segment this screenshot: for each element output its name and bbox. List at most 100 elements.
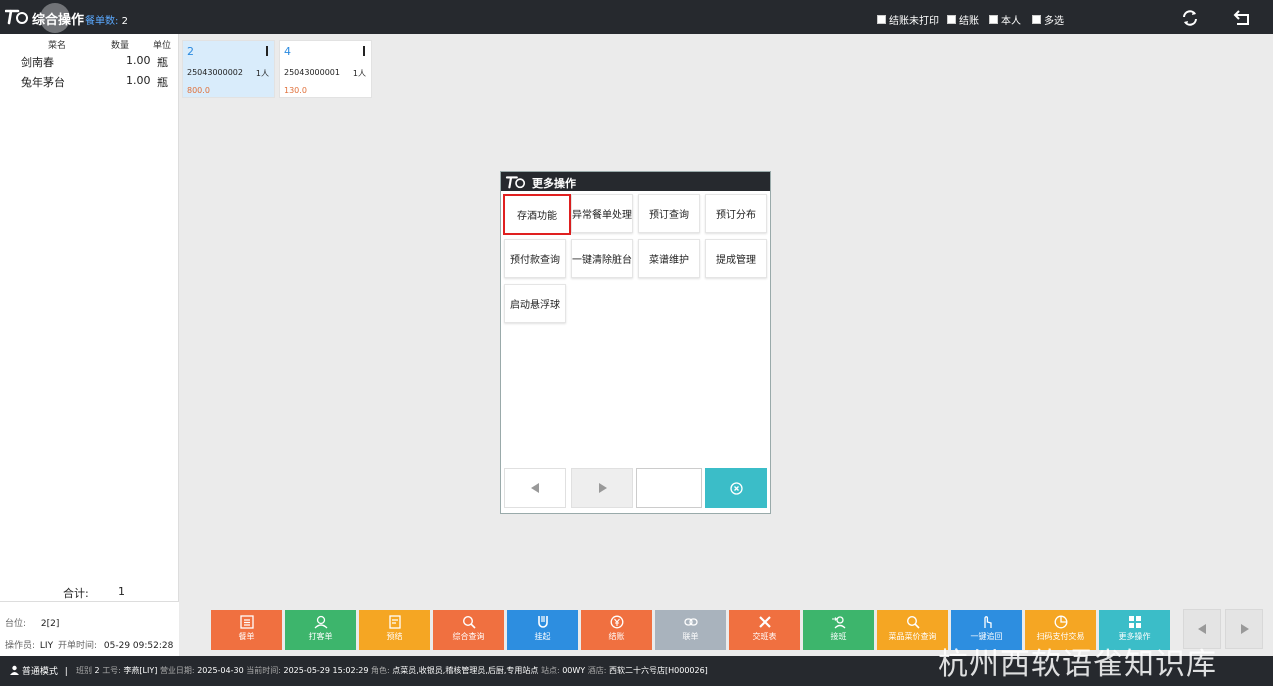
dialog-title: 更多操作 (532, 177, 576, 190)
dish-unit: 瓶 (157, 76, 168, 89)
table-card[interactable]: 2 25043000002 1人 800.0 (182, 40, 275, 98)
order-amount: 130.0 (284, 86, 307, 95)
comprehensive-query-button[interactable]: 综合查询 (433, 610, 504, 650)
checkbox-multiselect[interactable]: 多选 (1032, 12, 1064, 27)
yuan-icon (610, 615, 623, 629)
dish-name: 兔年茅台 (21, 76, 65, 89)
page-input[interactable] (636, 468, 702, 508)
guest-count: 1人 (352, 69, 366, 78)
checkbox-box[interactable] (989, 15, 998, 24)
op-floating-ball-button[interactable]: 启动悬浮球 (504, 284, 566, 323)
table-status-bar (363, 46, 365, 56)
refresh-icon[interactable] (1181, 9, 1199, 27)
checkbox-unprinted-checkout[interactable]: 结账未打印 (877, 12, 939, 27)
op-reservation-query-button[interactable]: 预订查询 (638, 194, 700, 233)
page-next-button[interactable] (571, 468, 633, 508)
op-abnormal-order-button[interactable]: 异常餐单处理 (571, 194, 633, 233)
take-shift-button[interactable]: 接班 (803, 610, 874, 650)
role-label: 角色: (371, 666, 390, 675)
checkbox-box[interactable] (947, 15, 956, 24)
table-info: 台位: 2[2] (5, 616, 59, 629)
grid-icon (1128, 616, 1141, 628)
toolbar-label: 打客单 (308, 632, 333, 641)
op-reservation-distribution-button[interactable]: 预订分布 (705, 194, 767, 233)
mode-indicator: 普通模式 | (10, 664, 68, 677)
op-clear-dirty-tables-button[interactable]: 一键清除脏台 (571, 239, 633, 278)
checkbox-label: 结账 (959, 16, 979, 27)
status-details: 班别 2 工号: 李燕[LIY] 营业日期: 2025-04-30 当前时间: … (76, 665, 708, 676)
toolbar-label: 预结 (386, 632, 403, 641)
checkbox-box[interactable] (877, 15, 886, 24)
checkbox-checkout[interactable]: 结账 (947, 12, 979, 27)
role-value: 点菜员,收银员,稽核管理员,后厨,专用站点 (392, 666, 539, 675)
order-dish-panel: 菜名 数量 单位 剑南春 1.00 瓶 兔年茅台 1.00 瓶 合计: 1 (0, 34, 179, 601)
operator-label: 操作员: (5, 641, 36, 651)
operator-value: LIY (39, 641, 54, 651)
dish-row[interactable]: 兔年茅台 1.00 瓶 (0, 74, 179, 94)
page-prev-button[interactable] (504, 468, 566, 508)
total-value: 1 (118, 585, 125, 598)
table-number: 2 (187, 45, 194, 58)
now-value: 2025-05-29 15:02:29 (283, 666, 369, 675)
toolbar-next-button[interactable] (1225, 609, 1263, 649)
print-guest-bill-button[interactable]: 打客单 (285, 610, 356, 650)
table-value: 2[2] (40, 619, 60, 629)
bizdate-value: 2025-04-30 (197, 666, 244, 675)
site-value: 00WY (562, 666, 586, 675)
checkbox-label: 多选 (1044, 16, 1064, 27)
checkbox-label: 结账未打印 (889, 16, 939, 27)
staff-value: 李燕[LIY] (123, 666, 158, 675)
triangle-right-icon (1240, 624, 1249, 634)
table-card[interactable]: 4 25043000001 1人 130.0 (279, 40, 372, 98)
shift-label: 班别 (76, 666, 92, 675)
toolbar-label: 接班 (830, 632, 847, 641)
operator-info: 操作员: LIY 开单时间: 05-29 09:52:28 (5, 638, 173, 651)
order-count: 餐单数: 2 (85, 12, 128, 27)
order-list-button[interactable]: 餐单 (211, 610, 282, 650)
pre-settle-button[interactable]: 预结 (359, 610, 430, 650)
toolbar-label: 餐单 (238, 632, 255, 641)
pie-chart-icon (1054, 615, 1067, 629)
clear-button[interactable] (705, 468, 767, 508)
op-commission-management-button[interactable]: 提成管理 (705, 239, 767, 278)
total-label: 合计: (63, 587, 89, 600)
app-logo-icon (5, 9, 28, 25)
page-title: 综合操作 (32, 13, 85, 28)
top-bar: 综合操作 餐单数: 2 结账未打印 结账 本人 多选 (0, 0, 1273, 34)
user-arrow-icon (831, 616, 845, 629)
search-icon (462, 615, 476, 629)
back-icon[interactable] (1233, 9, 1251, 27)
shift-value: 2 (94, 666, 100, 675)
store-value: 西软二十六号店[H000026] (609, 666, 708, 675)
order-code: 25043000001 (284, 68, 340, 77)
table-status-bar (266, 46, 268, 56)
checkout-button[interactable]: 结账 (581, 610, 652, 650)
table-number: 4 (284, 45, 291, 58)
triangle-right-icon (598, 483, 607, 493)
dish-qty: 1.00 (126, 54, 151, 67)
close-circle-icon (729, 481, 743, 495)
bizdate-label: 营业日期: (159, 666, 195, 675)
now-label: 当前时间: (246, 666, 281, 675)
divider: | (64, 667, 68, 677)
op-menu-maintenance-button[interactable]: 菜谱维护 (638, 239, 700, 278)
dish-row[interactable]: 剑南春 1.00 瓶 (0, 54, 179, 74)
open-time-value: 05-29 09:52:28 (103, 641, 174, 651)
open-time-label: 开单时间: (57, 641, 98, 651)
order-count-value: 2 (121, 16, 128, 27)
link-order-button[interactable]: 联单 (655, 610, 726, 650)
watermark-text: 杭州西软语雀知识库 (938, 647, 1217, 682)
link-icon (683, 618, 698, 626)
shift-report-button[interactable]: 交班表 (729, 610, 800, 650)
staff-label: 工号: (102, 666, 121, 675)
checkbox-box[interactable] (1032, 15, 1041, 24)
toolbar-label: 结账 (608, 632, 625, 641)
column-header-qty: 数量 (111, 41, 130, 51)
op-wine-storage-button[interactable]: 存酒功能 (503, 194, 571, 235)
search-icon (906, 615, 920, 629)
op-prepayment-query-button[interactable]: 预付款查询 (504, 239, 566, 278)
checkbox-self[interactable]: 本人 (989, 12, 1021, 27)
order-code: 25043000002 (187, 68, 243, 77)
dish-name: 剑南春 (21, 56, 54, 69)
suspend-button[interactable]: 挂起 (507, 610, 578, 650)
